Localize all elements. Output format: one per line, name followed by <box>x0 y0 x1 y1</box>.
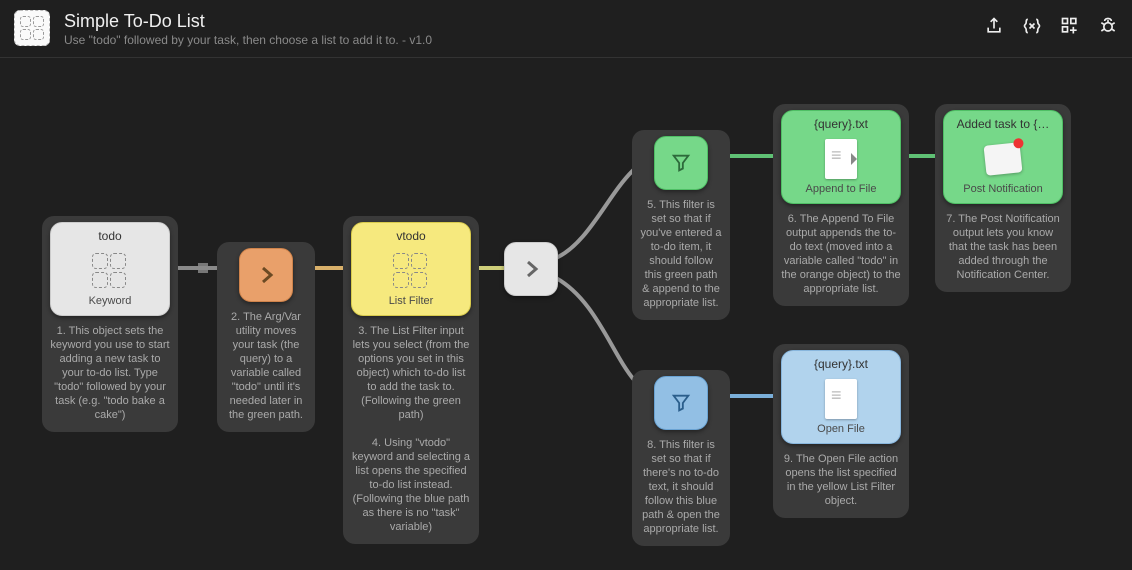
filter-blue-card: 8. This filter is set so that if there's… <box>632 370 730 546</box>
filter-blue-object[interactable] <box>654 376 708 430</box>
keyword-label: Keyword <box>51 295 169 309</box>
append-file-caption: 6. The Append To File output appends the… <box>781 204 901 296</box>
keyword-card: todo Keyword 1. This object sets the key… <box>42 216 178 432</box>
argvar-object[interactable] <box>239 248 293 302</box>
append-file-card: {query}.txt Append to File 6. The Append… <box>773 104 909 306</box>
chevron-right-icon <box>254 263 278 287</box>
funnel-icon <box>670 392 692 414</box>
workflow-subtitle: Use "todo" followed by your task, then c… <box>64 32 984 48</box>
workflow-canvas[interactable]: todo Keyword 1. This object sets the key… <box>0 58 1132 570</box>
listfilter-title: vtodo <box>352 223 470 245</box>
workflow-title: Simple To-Do List <box>64 10 984 32</box>
listfilter-label: List Filter <box>352 295 470 309</box>
keyword-caption: 1. This object sets the keyword you use … <box>50 316 170 422</box>
share-icon[interactable] <box>984 16 1004 36</box>
braces-x-icon[interactable] <box>1022 16 1042 36</box>
splitter[interactable] <box>504 242 558 296</box>
workflow-header: Simple To-Do List Use "todo" followed by… <box>0 0 1132 58</box>
post-notif-label: Post Notification <box>944 183 1062 197</box>
notification-icon <box>983 139 1023 179</box>
append-file-object[interactable]: {query}.txt Append to File <box>781 110 901 204</box>
open-file-object[interactable]: {query}.txt Open File <box>781 350 901 444</box>
listfilter-card: vtodo List Filter 3. The List Filter inp… <box>343 216 479 544</box>
open-file-caption: 9. The Open File action opens the list s… <box>781 444 901 508</box>
bug-icon[interactable] <box>1098 16 1118 36</box>
workflow-icon <box>14 10 50 46</box>
grid-icon <box>391 251 431 291</box>
funnel-icon <box>670 152 692 174</box>
post-notif-title: Added task to {… <box>944 111 1062 133</box>
toolbar <box>984 10 1118 36</box>
append-file-label: Append to File <box>782 183 900 197</box>
grid-icon <box>90 251 130 291</box>
open-file-card: {query}.txt Open File 9. The Open File a… <box>773 344 909 518</box>
argvar-card: 2. The Arg/Var utility moves your task (… <box>217 242 315 432</box>
append-file-title: {query}.txt <box>782 111 900 133</box>
argvar-caption: 2. The Arg/Var utility moves your task (… <box>225 302 307 422</box>
filter-green-object[interactable] <box>654 136 708 190</box>
post-notif-object[interactable]: Added task to {… Post Notification <box>943 110 1063 204</box>
filter-green-card: 5. This filter is set so that if you've … <box>632 130 730 320</box>
keyword-title: todo <box>51 223 169 245</box>
filter-green-caption: 5. This filter is set so that if you've … <box>640 190 722 310</box>
post-notif-card: Added task to {… Post Notification 7. Th… <box>935 104 1071 292</box>
listfilter-object[interactable]: vtodo List Filter <box>351 222 471 316</box>
listfilter-caption: 3. The List Filter input lets you select… <box>351 316 471 534</box>
open-file-label: Open File <box>782 423 900 437</box>
keyword-object[interactable]: todo Keyword <box>50 222 170 316</box>
file-append-icon <box>821 139 861 179</box>
post-notif-caption: 7. The Post Notification output lets you… <box>943 204 1063 282</box>
filter-blue-caption: 8. This filter is set so that if there's… <box>640 430 722 536</box>
grid-plus-icon[interactable] <box>1060 16 1080 36</box>
open-file-title: {query}.txt <box>782 351 900 373</box>
chevron-right-icon <box>519 257 543 281</box>
file-icon <box>821 379 861 419</box>
